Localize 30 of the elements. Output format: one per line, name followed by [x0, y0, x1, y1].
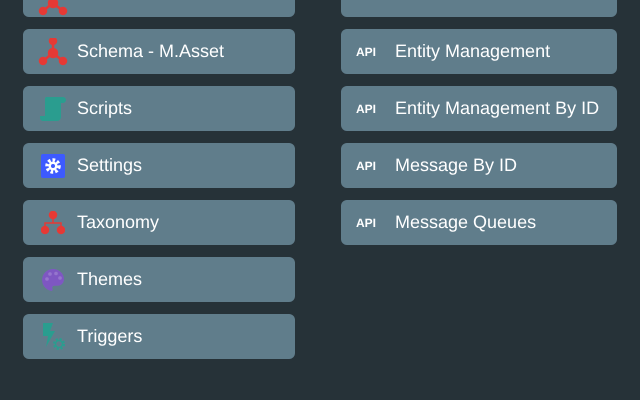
api-label: API [356, 214, 378, 232]
menu-card[interactable]: API Message Queues [341, 200, 617, 245]
api-label: API [356, 44, 378, 60]
menu-card[interactable]: Scripts [23, 86, 295, 131]
menu-card[interactable]: Triggers [23, 314, 295, 359]
card-label: Taxonomy [77, 211, 160, 234]
bolt-gear-icon [40, 322, 66, 350]
settings-icon [41, 154, 65, 178]
api-label: API [356, 100, 378, 118]
card-label: Schema - M.Asset [77, 40, 224, 63]
menu-card[interactable]: Themes [23, 257, 295, 302]
menu-card[interactable]: API Entity Management By ID [341, 86, 617, 131]
card-label: Triggers [77, 325, 142, 348]
network-icon [38, 38, 68, 66]
menu-card[interactable]: Taxonomy [23, 200, 295, 245]
card-label: Entity Management [395, 40, 550, 63]
hierarchy-icon [41, 210, 65, 234]
card-label: Message Queues [395, 211, 536, 234]
card-label: Settings [77, 154, 142, 177]
card-label: Entity Management By ID [395, 97, 600, 120]
card-label: Message By ID [395, 154, 518, 177]
menu-card[interactable]: Settings [23, 143, 295, 188]
api-label: API [356, 158, 378, 174]
menu-card[interactable]: API Message By ID [341, 143, 617, 188]
menu-card[interactable]: Schema - M.Asset [23, 29, 295, 74]
menu-card[interactable]: API Entity Management [341, 29, 617, 74]
card-label: Themes [77, 268, 142, 291]
scroll-icon [39, 94, 67, 122]
card-label: Scripts [77, 97, 132, 120]
palette-icon [41, 268, 65, 292]
